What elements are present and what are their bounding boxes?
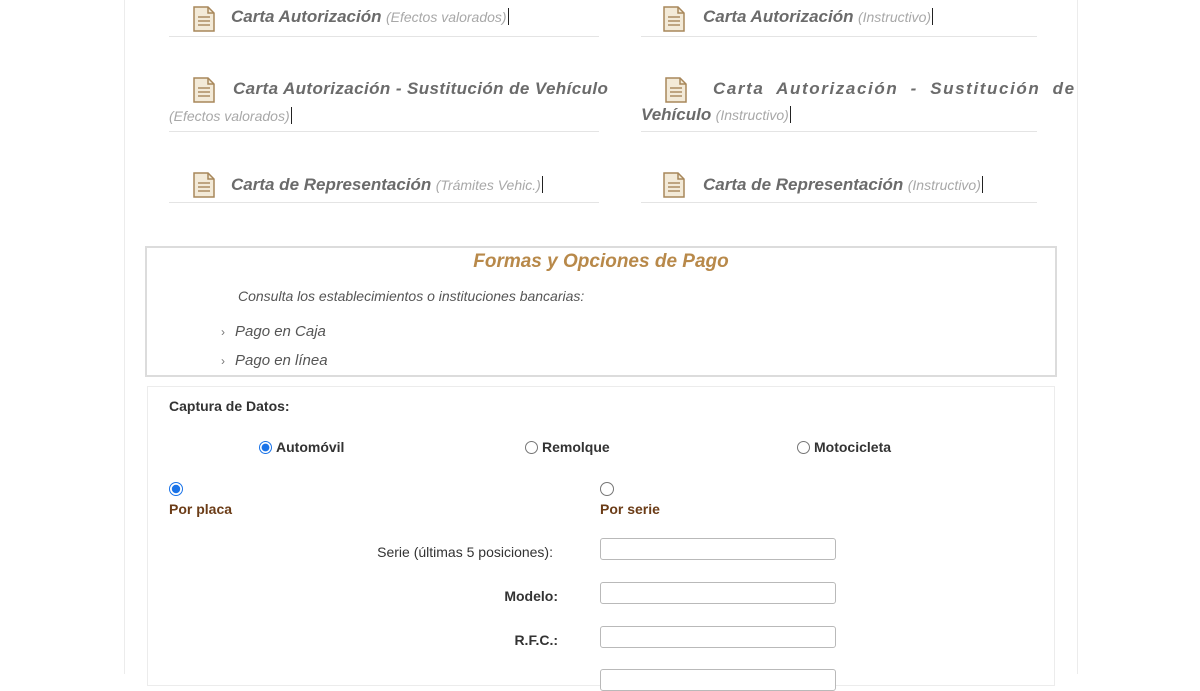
doc-link-sustitucion-instructivo[interactable]: Carta Autorización - Sustitución de Vehí… (641, 64, 1074, 132)
serie-input[interactable] (600, 538, 836, 560)
text-cursor (290, 107, 292, 124)
search-mode-radio[interactable] (169, 482, 183, 496)
payment-options-intro: Consulta los establecimientos o instituc… (238, 288, 585, 304)
doc-link-carta-autorizacion-efectos[interactable]: Carta Autorización (Efectos valorados) (169, 0, 599, 37)
chevron-right-icon: › (221, 354, 225, 368)
doc-subtitle: (Instructivo) (907, 177, 981, 193)
document-icon (663, 6, 685, 32)
data-capture-title: Captura de Datos: (169, 398, 290, 414)
vehicle-type-remolque[interactable]: Remolque (525, 439, 610, 455)
doc-subtitle: (Instructivo) (715, 107, 789, 123)
doc-title: Carta Autorización - Sustitución de Vehí… (233, 79, 609, 98)
payment-options-box: Formas y Opciones de Pago Consulta los e… (145, 246, 1057, 377)
field-label-serie: Serie (últimas 5 posiciones): (377, 544, 553, 560)
text-cursor (507, 8, 509, 25)
field-label-rfc: R.F.C.: (514, 632, 558, 648)
payment-link-caja[interactable]: › Pago en Caja (221, 323, 326, 340)
document-icon (193, 77, 215, 103)
doc-title: Carta de Representación (231, 175, 432, 194)
search-mode-label: Por serie (600, 501, 660, 517)
data-capture-form: Captura de Datos: Automóvil Remolque Mot… (147, 386, 1055, 691)
doc-title: Carta Autorización (703, 7, 854, 26)
document-icon (663, 172, 685, 198)
document-icon (193, 172, 215, 198)
document-icon (665, 77, 687, 103)
vehicle-type-motocicleta[interactable]: Motocicleta (797, 439, 891, 455)
next-field-input[interactable] (600, 669, 836, 691)
text-cursor (932, 8, 934, 25)
vehicle-type-radio[interactable] (259, 440, 272, 454)
chevron-right-icon: › (221, 325, 225, 339)
doc-subtitle: (Efectos valorados) (385, 9, 507, 25)
payment-link-linea[interactable]: › Pago en línea (221, 352, 328, 369)
doc-title: Carta de Representación (703, 175, 904, 194)
doc-subtitle: (Trámites Vehic.) (435, 177, 541, 193)
doc-subtitle: (Efectos valorados) (169, 108, 290, 124)
vehicle-type-automovil[interactable]: Automóvil (259, 439, 344, 455)
field-label-modelo: Modelo: (504, 588, 558, 604)
modelo-input[interactable] (600, 582, 836, 604)
doc-title: Carta Autorización (231, 7, 382, 26)
payment-link-label: Pago en línea (235, 352, 328, 369)
vehicle-type-label: Motocicleta (814, 439, 892, 455)
payment-options-title: Formas y Opciones de Pago (473, 251, 729, 272)
rfc-input[interactable] (600, 626, 836, 648)
doc-title-continued: Vehículo (641, 105, 712, 124)
vehicle-type-radio[interactable] (525, 440, 538, 454)
doc-link-carta-autorizacion-instructivo[interactable]: Carta Autorización (Instructivo) (641, 0, 1037, 37)
doc-title: Carta Autorización - Sustitución de (713, 79, 1076, 98)
doc-link-carta-representacion-instructivo[interactable]: Carta de Representación (Instructivo) (641, 166, 1037, 203)
doc-link-sustitucion-efectos[interactable]: Carta Autorización - Sustitución de Vehí… (169, 64, 608, 132)
doc-subtitle: (Instructivo) (857, 9, 932, 25)
page-content: Carta Autorización (Efectos valorados) C… (124, 0, 1078, 691)
vehicle-type-label: Remolque (542, 439, 610, 455)
payment-link-label: Pago en Caja (235, 323, 326, 340)
vehicle-type-label: Automóvil (276, 439, 345, 455)
search-mode-radio[interactable] (600, 482, 614, 496)
document-icon (193, 6, 215, 32)
text-cursor (789, 106, 791, 123)
text-cursor (541, 176, 543, 193)
doc-link-carta-representacion-tramites[interactable]: Carta de Representación (Trámites Vehic.… (169, 166, 599, 203)
search-mode-label: Por placa (169, 501, 233, 517)
search-mode-serie[interactable]: Por serie (600, 482, 660, 517)
text-cursor (981, 176, 983, 193)
vehicle-type-radio[interactable] (797, 440, 810, 454)
search-mode-placa[interactable]: Por placa (169, 482, 232, 517)
